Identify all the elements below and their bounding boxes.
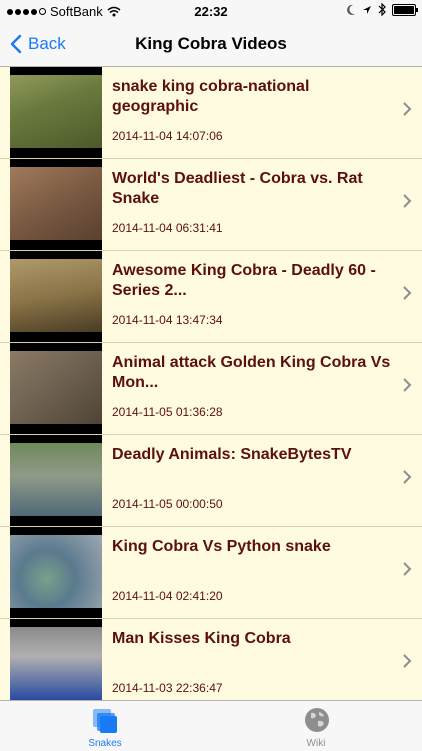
status-right [346, 3, 418, 16]
tab-bar: Snakes Wiki [0, 700, 422, 751]
video-row[interactable]: Awesome King Cobra - Deadly 60 - Series … [0, 251, 422, 343]
navigation-bar: Back King Cobra Videos [0, 22, 422, 67]
video-thumbnail [10, 343, 102, 434]
video-row[interactable]: King Cobra Vs Python snake 2014-11-04 02… [0, 527, 422, 619]
bluetooth-icon [378, 3, 386, 16]
video-title: Deadly Animals: SnakeBytesTV [112, 446, 352, 463]
chevron-right-icon [403, 470, 412, 484]
location-arrow-icon [363, 5, 371, 14]
video-title: Awesome King Cobra - Deadly 60 - Series … [112, 262, 376, 299]
video-title: snake king cobra-national geographic [112, 78, 310, 115]
chevron-right-icon [403, 562, 412, 576]
video-thumbnail [10, 251, 102, 342]
chevron-right-icon [403, 102, 412, 116]
layers-icon [93, 709, 117, 733]
video-date: 2014-11-04 06:31:41 [112, 221, 223, 235]
video-thumbnail [10, 435, 102, 526]
video-date: 2014-11-05 01:36:28 [112, 405, 223, 419]
video-date: 2014-11-05 00:00:50 [112, 497, 223, 511]
chevron-right-icon [403, 378, 412, 392]
moon-icon [347, 4, 355, 15]
video-thumbnail [10, 527, 102, 618]
tab-snakes[interactable]: Snakes [35, 701, 175, 751]
globe-icon [305, 708, 329, 732]
page-title: King Cobra Videos [135, 34, 287, 53]
video-title: Man Kisses King Cobra [112, 630, 291, 647]
video-date: 2014-11-04 02:41:20 [112, 589, 223, 603]
chevron-right-icon [403, 286, 412, 300]
video-date: 2014-11-03 22:36:47 [112, 681, 223, 695]
video-row[interactable]: World's Deadliest - Cobra vs. Rat Snake … [0, 159, 422, 251]
video-date: 2014-11-04 14:07:06 [112, 129, 223, 143]
video-thumbnail [10, 619, 102, 700]
video-thumbnail [10, 159, 102, 250]
video-row[interactable]: Animal attack Golden King Cobra Vs Mon..… [0, 343, 422, 435]
video-title: King Cobra Vs Python snake [112, 538, 331, 555]
video-thumbnail [10, 67, 102, 158]
video-title: World's Deadliest - Cobra vs. Rat Snake [112, 170, 363, 207]
chevron-right-icon [403, 194, 412, 208]
tab-snakes-label: Snakes [88, 738, 122, 749]
chevron-right-icon [403, 654, 412, 668]
video-list: snake king cobra-national geographic 201… [0, 67, 422, 700]
video-row[interactable]: Man Kisses King Cobra 2014-11-03 22:36:4… [0, 619, 422, 700]
battery-icon [392, 3, 418, 16]
video-title: Animal attack Golden King Cobra Vs Mon..… [112, 354, 391, 391]
tab-wiki-label: Wiki [306, 738, 326, 749]
video-row[interactable]: Deadly Animals: SnakeBytesTV 2014-11-05 … [0, 435, 422, 527]
tab-wiki[interactable]: Wiki [246, 701, 386, 751]
video-row[interactable]: snake king cobra-national geographic 201… [0, 67, 422, 159]
status-bar: SoftBank 22:32 [0, 0, 422, 22]
video-date: 2014-11-04 13:47:34 [112, 313, 223, 327]
